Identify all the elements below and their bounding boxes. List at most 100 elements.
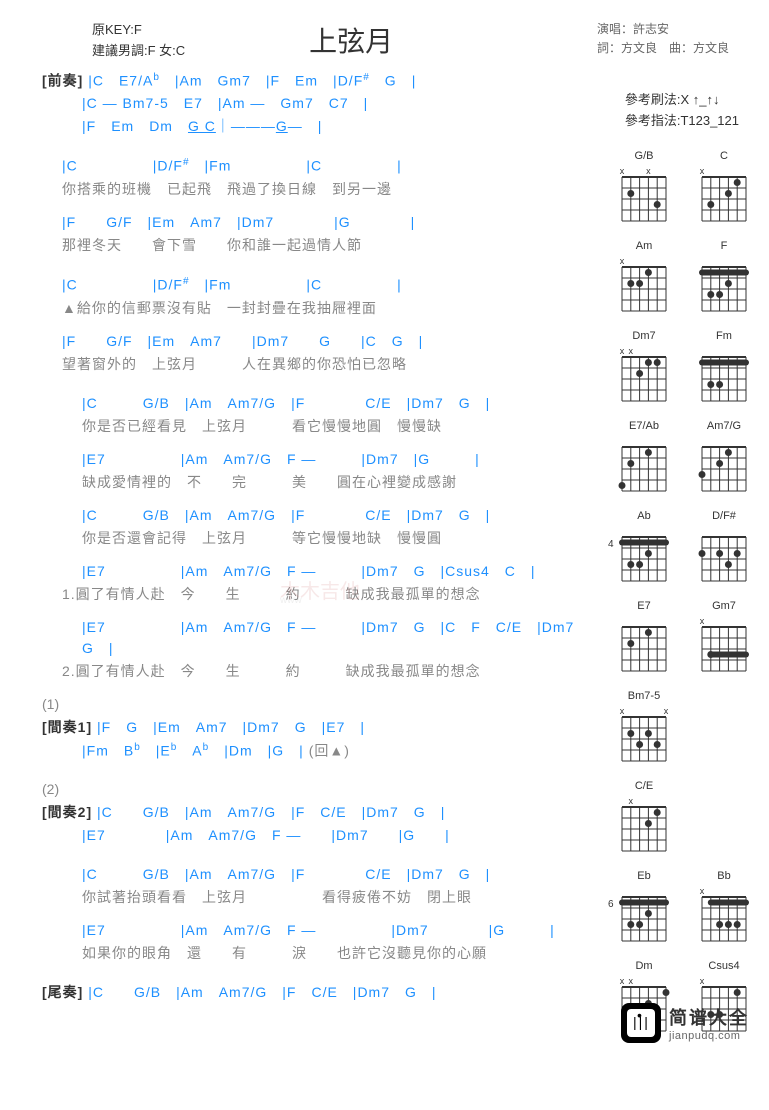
fretboard-icon: xx [618,705,670,765]
chord-name-label: Csus4 [708,960,739,972]
logo-en: jianpudq.com [669,1030,749,1042]
fretboard-icon [618,435,670,495]
chord-diagram: D/F# [689,510,759,588]
chord-text: |C E7/A [88,72,153,88]
fretboard-icon [698,255,750,315]
lyric: 2.圓了有情人赴 今 生 約 缺成我最孤單的想念 [42,661,594,682]
chord-name-label: Ab [637,510,650,522]
chord-diagram: F [689,240,759,318]
chord-name-label: F [721,240,728,252]
chord-text: |Dm |G | [209,742,308,758]
svg-text:x: x [629,346,634,356]
chord-text: |C — Bm7-5 E7 |Am — Gm7 C7 | [82,95,368,111]
chord-text: A [177,742,202,758]
chord-name-label: D/F# [712,510,736,522]
chord-diagram: G/Bxx [609,150,679,228]
chord-text: |C |D/F [62,277,183,293]
chord-name-label: Bm7-5 [628,690,660,702]
fretboard-icon: xx [618,165,670,225]
chord-text: |F Em Dm [82,118,188,134]
lyric: 如果你的眼角 還 有 淚 也許它沒聽見你的心願 [42,943,594,964]
chord-diagram: Cx [689,150,759,228]
chord-diagram: Fm [689,330,759,408]
chord-name-label: Dm7 [632,330,655,342]
chord-text: |E [141,742,171,758]
strum-ref: 參考刷法:X ↑_↑↓ [625,90,739,111]
fretboard-icon [698,435,750,495]
chord-text: ｜——— [216,118,276,134]
chord-text: G | [370,72,417,88]
intro-label: [前奏] [42,72,83,88]
lyric: 望著窗外的 上弦月 人在異鄉的你恐怕已忽略 [42,354,594,375]
chord-diagram: E7/Ab [609,420,679,498]
chord-text: |C G/B |Am Am7/G |F C/E |Dm7 G | [82,866,490,882]
lyric: 缺成愛情裡的 不 完 美 圓在心裡變成感謝 [42,472,594,493]
chord-text: |E7 |Am Am7/G F — |Dm7 |G | [82,827,450,843]
chord-diagrams-grid: G/BxxCxAmxFDm7xxFmE7/AbAm7/GAb4D/F#E7Gm7… [609,70,759,1038]
chord-text: |C G/B |Am Am7/G |F C/E |Dm7 G | [92,804,445,820]
fretboard-icon [618,525,670,585]
chord-text: |E7 |Am Am7/G F — |Dm7 |G | [82,451,480,467]
svg-text:x: x [620,256,625,266]
fretboard-icon: x [698,165,750,225]
fretboard-icon: x [618,255,670,315]
chord-name-label: C [720,150,728,162]
chord-text: |E7 |Am Am7/G F — |Dm7 |G | [82,922,555,938]
chord-name-label: Dm [635,960,652,972]
chord-name-label: Fm [716,330,732,342]
chord-text: |Fm |C | [190,158,402,174]
chord-diagram: Eb6 [609,870,679,948]
chord-text: |Fm B [82,742,134,758]
chord-diagram: Dm7 xx [609,330,679,408]
lyric: 你搭乘的班機 已起飛 飛過了換日線 到另一邊 [42,179,594,200]
chord-diagram: Am x [609,240,679,318]
chord-diagram: Bm7-5 xx [609,690,679,768]
chord-name-label: Eb [637,870,650,882]
chord-diagram: C/Ex [609,780,679,858]
svg-text:x: x [700,616,705,626]
chord-name-label: Gm7 [712,600,736,612]
chord-text: |Am Gm7 |F Em |D/F [160,72,363,88]
song-title: 上弦月 [105,20,597,60]
fretboard-icon: x [698,615,750,675]
chord-text: |Fm |C | [190,277,402,293]
outro-label: [尾奏] [42,984,83,1000]
svg-text:x: x [620,346,625,356]
lyric: ▲給你的信郵票沒有貼 一封封疊在我抽屜裡面 [62,300,377,316]
chord-text: |C |D/F [62,158,183,174]
svg-text:x: x [700,976,705,986]
inter1-label: [間奏1] [42,719,92,735]
lyric: 1.圓了有情人赴 今 生 約 缺成我最孤單的想念 [42,584,594,605]
chord-diagram: Bbx [689,870,759,948]
back-label: (回▲) [309,742,350,758]
singer: 演唱：許志安 [597,20,729,39]
chord-diagram: Gm7 x [689,600,759,678]
chord-text: |F G |Em Am7 |Dm7 G |E7 | [92,719,365,735]
chord-name-label: E7/Ab [629,420,659,432]
fretboard-icon [618,615,670,675]
fret-number: 4 [608,539,614,550]
chord-text: |E7 |Am Am7/G F — |Dm7 G |Csus4 C | [82,563,536,579]
chord-text: — | [288,118,323,134]
svg-text:x: x [620,166,625,176]
chord-text: |C G/B |Am Am7/G |F C/E |Dm7 G | [82,507,490,523]
logo-icon [621,1003,661,1043]
chord-text: |C G/B |Am Am7/G |F C/E |Dm7 G | [82,395,490,411]
chord-name-label: E7 [637,600,650,612]
chord-name-label: Bb [717,870,730,882]
inter2-label: [間奏2] [42,804,92,820]
chord-name-label: Am [636,240,653,252]
repeat-1: (1) [42,694,594,715]
logo-cn: 简谱大全 [669,1004,749,1030]
fretboard-icon [698,345,750,405]
chord-text: G [276,118,288,134]
repeat-2: (2) [42,779,594,800]
fretboard-icon [618,885,670,945]
svg-text:x: x [629,796,634,806]
chord-diagram: Ab 4 [609,510,679,588]
credits: 詞：方文良 曲：方文良 [597,39,729,58]
svg-text:x: x [664,706,669,716]
chord-text: |E7 |Am Am7/G F — |Dm7 G |C F C/E |Dm7 G… [82,619,589,656]
fretboard-icon: xx [618,345,670,405]
chord-name-label: Am7/G [707,420,741,432]
